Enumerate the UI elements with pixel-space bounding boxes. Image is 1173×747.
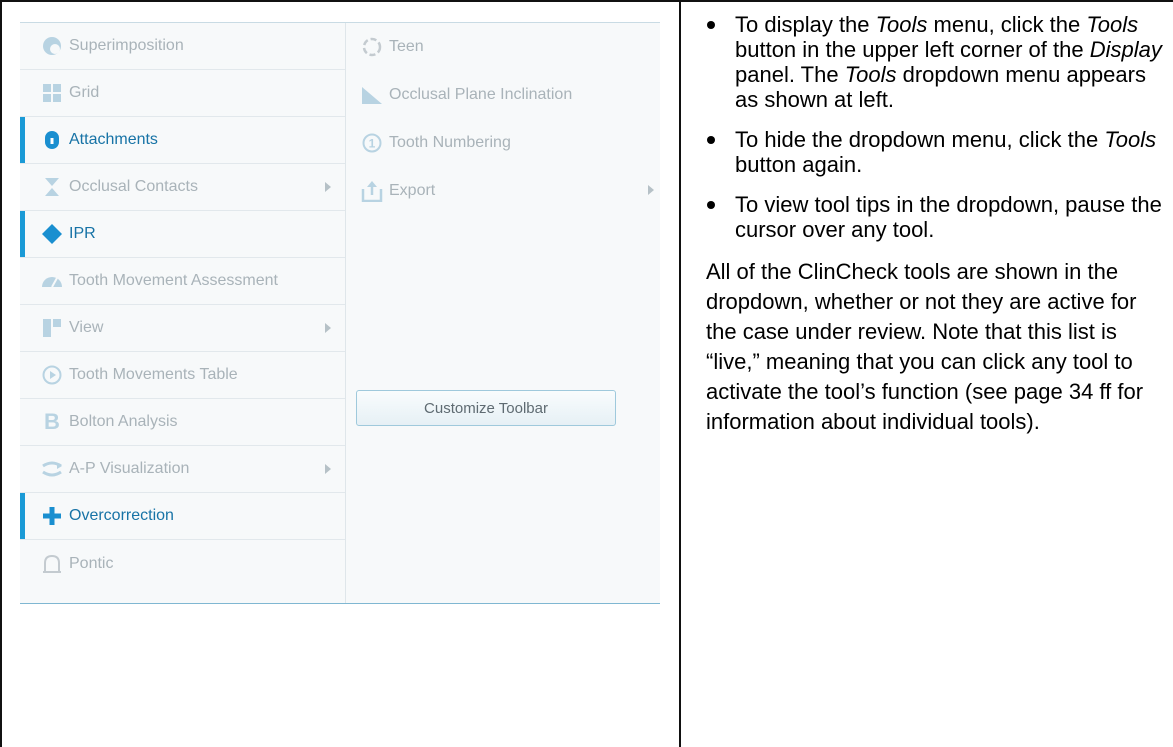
text-run: menu, click the	[927, 12, 1087, 37]
menu-item-label: Pontic	[69, 554, 114, 572]
view-icon	[40, 316, 64, 340]
text-run: To display the	[735, 12, 876, 37]
tools-column-left: Superimposition Grid Attachments Occlusa…	[20, 23, 346, 603]
menu-item-label: Tooth Movement Assessment	[69, 272, 278, 289]
text-run: To hide the dropdown menu, click the	[735, 127, 1105, 152]
svg-text:1: 1	[369, 137, 376, 151]
italic-term: Tools	[1104, 127, 1157, 152]
menu-item-label: Occlusal Plane Inclination	[389, 86, 573, 103]
export-icon	[360, 179, 384, 203]
menu-item-label: Export	[389, 182, 436, 199]
bullet-dot	[707, 201, 715, 209]
instructions-panel: To display the Tools menu, click the Too…	[693, 12, 1171, 437]
italic-term: Tools	[1086, 12, 1139, 37]
menu-item-bolton-analysis[interactable]: B Bolton Analysis	[20, 399, 345, 446]
pontic-icon	[40, 552, 64, 576]
italic-term: Tools	[844, 62, 897, 87]
menu-item-label: Tooth Movements Table	[69, 366, 238, 383]
menu-item-occlusal-plane-inclination[interactable]: Occlusal Plane Inclination	[346, 71, 660, 119]
menu-item-label: IPR	[69, 225, 96, 242]
instruction-bullet-display: To display the Tools menu, click the Too…	[693, 12, 1171, 112]
menu-item-label: View	[69, 319, 104, 336]
text-run: panel. The	[735, 62, 845, 87]
occlusal-contacts-icon	[40, 175, 64, 199]
text-run: button again.	[735, 152, 863, 177]
menu-item-tooth-movement-assessment[interactable]: Tooth Movement Assessment	[20, 258, 345, 305]
menu-item-attachments[interactable]: Attachments	[20, 117, 345, 164]
italic-term: Tools	[875, 12, 928, 37]
menu-item-superimposition[interactable]: Superimposition	[20, 23, 345, 70]
bolton-b-icon: B	[44, 409, 60, 434]
menu-item-label: Grid	[69, 84, 100, 101]
instructions-paragraph: All of the ClinCheck tools are shown in …	[706, 259, 1144, 434]
play-circle-icon	[40, 363, 64, 387]
menu-item-export[interactable]: Export	[346, 167, 660, 215]
plus-icon	[40, 504, 64, 528]
menu-item-view[interactable]: View	[20, 305, 345, 352]
text-run: To view tool tips in the dropdown, pause…	[735, 192, 1162, 242]
instruction-bullet-tooltips: To view tool tips in the dropdown, pause…	[693, 192, 1171, 242]
numbering-icon: 1	[360, 131, 384, 155]
gauge-icon	[40, 269, 64, 293]
customize-toolbar-button[interactable]: Customize Toolbar	[356, 390, 616, 426]
instruction-bullet-hide: To hide the dropdown menu, click the Too…	[693, 127, 1171, 177]
italic-term: Display	[1089, 37, 1162, 62]
inclination-icon	[360, 83, 384, 107]
menu-item-label: A-P Visualization	[69, 460, 190, 477]
menu-item-label: Tooth Numbering	[389, 134, 511, 151]
menu-item-label: Bolton Analysis	[69, 413, 178, 430]
menu-item-ap-visualization[interactable]: A-P Visualization	[20, 446, 345, 493]
ap-visualization-icon	[40, 457, 64, 481]
teen-icon	[360, 35, 384, 59]
menu-item-occlusal-contacts[interactable]: Occlusal Contacts	[20, 164, 345, 211]
superimposition-icon	[40, 34, 64, 58]
menu-item-ipr[interactable]: IPR	[20, 211, 345, 258]
attachment-icon	[40, 128, 64, 152]
menu-item-label: Occlusal Contacts	[69, 178, 198, 195]
menu-item-label: Teen	[389, 38, 424, 55]
menu-item-tooth-numbering[interactable]: 1 Tooth Numbering	[346, 119, 660, 167]
bullet-dot	[707, 136, 715, 144]
diamond-icon	[40, 222, 64, 246]
bullet-dot	[707, 21, 715, 29]
table-column-divider	[679, 0, 681, 747]
menu-item-teen[interactable]: Teen	[346, 23, 660, 71]
menu-item-label: Overcorrection	[69, 507, 174, 524]
menu-item-label: Attachments	[69, 131, 158, 148]
submenu-arrow-icon	[648, 185, 654, 195]
tools-column-right: Teen Occlusal Plane Inclination 1 Tooth …	[346, 23, 660, 603]
submenu-arrow-icon	[325, 323, 331, 333]
text-run: button in the upper left corner of the	[735, 37, 1090, 62]
menu-item-pontic[interactable]: Pontic	[20, 540, 345, 587]
menu-item-overcorrection[interactable]: Overcorrection	[20, 493, 345, 540]
submenu-arrow-icon	[325, 464, 331, 474]
menu-item-label: Superimposition	[69, 37, 184, 54]
tools-dropdown-menu: Superimposition Grid Attachments Occlusa…	[20, 22, 660, 604]
menu-item-tooth-movements-table[interactable]: Tooth Movements Table	[20, 352, 345, 399]
grid-icon	[40, 81, 64, 105]
submenu-arrow-icon	[325, 182, 331, 192]
menu-item-grid[interactable]: Grid	[20, 70, 345, 117]
